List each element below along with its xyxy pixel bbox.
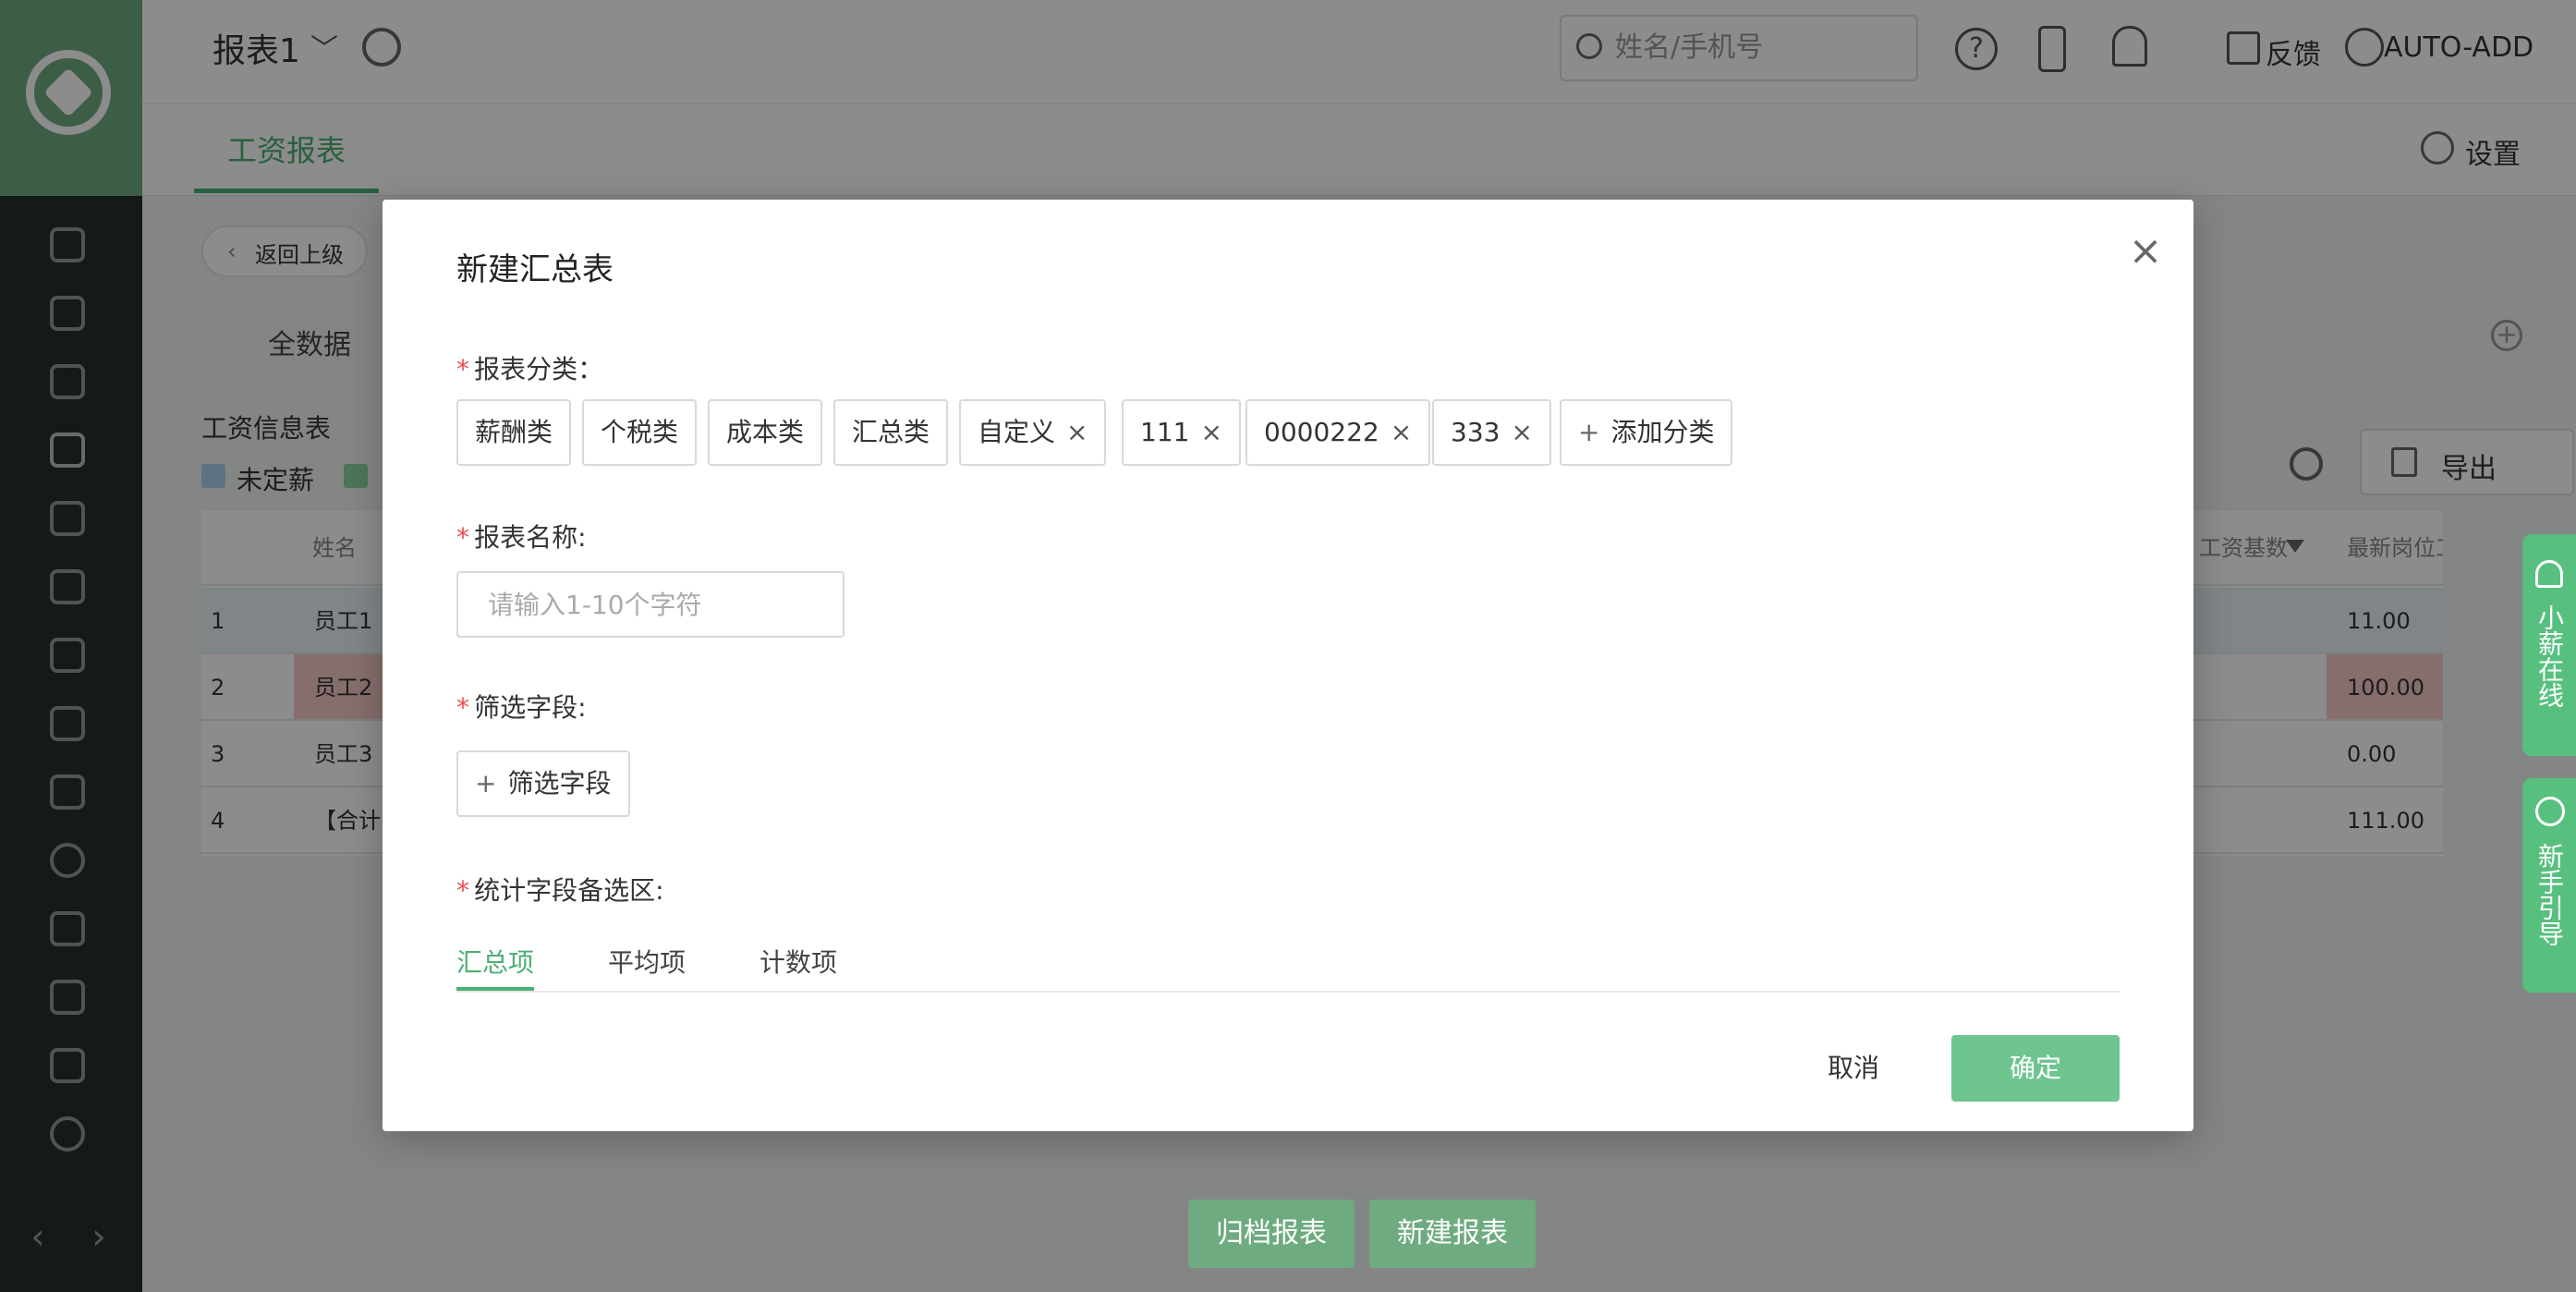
name-label: 报表名称:	[474, 522, 587, 553]
tag-label: 333	[1451, 417, 1501, 447]
active-tab-indicator	[456, 987, 534, 991]
add-category-button[interactable]: + 添加分类	[1560, 399, 1733, 466]
tab-average-items[interactable]: 平均项	[608, 943, 686, 980]
beginner-guide-widget[interactable]: 新手引导	[2522, 778, 2576, 993]
archive-report-button[interactable]: 归档报表	[1188, 1200, 1355, 1268]
category-tag-333[interactable]: 333 ×	[1432, 399, 1551, 466]
beginner-guide-label: 新手引导	[2534, 843, 2565, 946]
category-tag-tax[interactable]: 个税类	[582, 399, 698, 466]
stats-label: 统计字段备选区:	[474, 875, 664, 906]
category-tag-111[interactable]: 111 ×	[1122, 399, 1241, 466]
close-icon[interactable]: ×	[1200, 417, 1221, 447]
category-tag-custom[interactable]: 自定义 ×	[959, 399, 1107, 466]
cancel-button[interactable]: 取消	[1800, 1035, 1907, 1102]
tag-label: 个税类	[601, 417, 679, 447]
filter-field-label: * 筛选字段:	[456, 688, 587, 725]
tab-sum-items[interactable]: 汇总项	[456, 943, 534, 980]
close-icon[interactable]: ×	[1511, 417, 1532, 447]
new-report-button[interactable]: 新建报表	[1369, 1200, 1536, 1268]
required-mark: *	[456, 522, 469, 553]
online-chat-label: 小薪在线	[2534, 604, 2565, 708]
tag-label: 成本类	[726, 417, 805, 447]
category-field-label: * 报表分类：	[456, 349, 603, 386]
online-chat-widget[interactable]: 小薪在线	[2522, 534, 2576, 756]
plus-icon: +	[1578, 417, 1600, 447]
required-mark: *	[456, 354, 469, 384]
tab-count-items[interactable]: 计数项	[759, 943, 837, 980]
headset-icon	[2535, 560, 2563, 588]
category-tag-cost[interactable]: 成本类	[708, 399, 823, 466]
plus-icon: +	[475, 768, 497, 798]
category-tag-0000222[interactable]: 0000222 ×	[1245, 399, 1431, 466]
report-name-input[interactable]	[456, 571, 844, 638]
category-label: 报表分类：	[474, 354, 604, 384]
filter-button-label: 筛选字段	[507, 768, 612, 798]
stats-field-label: * 统计字段备选区:	[456, 871, 664, 908]
confirm-button[interactable]: 确定	[1951, 1035, 2120, 1102]
add-filter-field-button[interactable]: + 筛选字段	[456, 750, 630, 817]
close-icon[interactable]: ×	[2127, 231, 2164, 272]
category-tag-salary[interactable]: 薪酬类	[456, 399, 572, 466]
tabs-divider	[456, 991, 2120, 993]
category-tag-summary[interactable]: 汇总类	[833, 399, 949, 466]
compass-icon	[2535, 797, 2565, 826]
close-icon[interactable]: ×	[1391, 417, 1412, 447]
filter-label: 筛选字段:	[474, 692, 587, 723]
required-mark: *	[456, 875, 469, 906]
close-icon[interactable]: ×	[1066, 417, 1088, 447]
tag-label: 0000222	[1264, 417, 1379, 447]
add-category-label: 添加分类	[1610, 417, 1715, 447]
tag-label: 薪酬类	[475, 417, 553, 447]
name-field-label: * 报表名称:	[456, 518, 587, 555]
required-mark: *	[456, 692, 469, 723]
tag-label: 111	[1140, 417, 1190, 447]
modal-title: 新建汇总表	[456, 251, 614, 288]
tag-label: 自定义	[978, 417, 1056, 447]
tag-label: 汇总类	[852, 417, 930, 447]
